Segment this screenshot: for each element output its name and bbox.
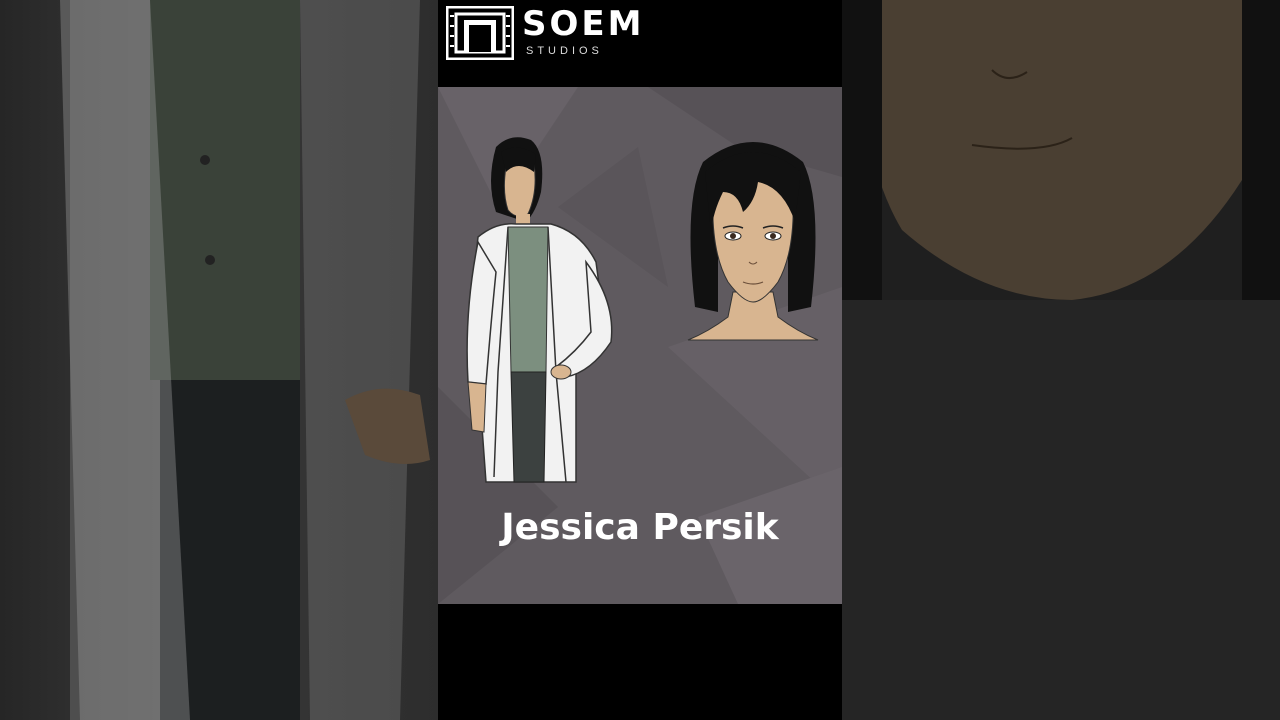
studio-header: SOEM STUDIOS <box>438 0 842 87</box>
background-blur-left <box>0 0 438 720</box>
character-portrait-illustration <box>687 142 819 341</box>
film-frame-icon <box>446 6 514 60</box>
letterbox-bottom <box>438 604 842 720</box>
video-frame: SOEM STUDIOS Jessica Persik <box>438 0 842 720</box>
brand-subtitle: STUDIOS <box>526 45 603 57</box>
background-blur-right <box>842 0 1280 720</box>
character-sheet-panel: Jessica Persik <box>438 87 842 604</box>
brand-name: SOEM <box>522 4 645 44</box>
character-name-title: Jessica Persik <box>501 507 779 548</box>
character-fullbody-illustration <box>466 137 613 483</box>
